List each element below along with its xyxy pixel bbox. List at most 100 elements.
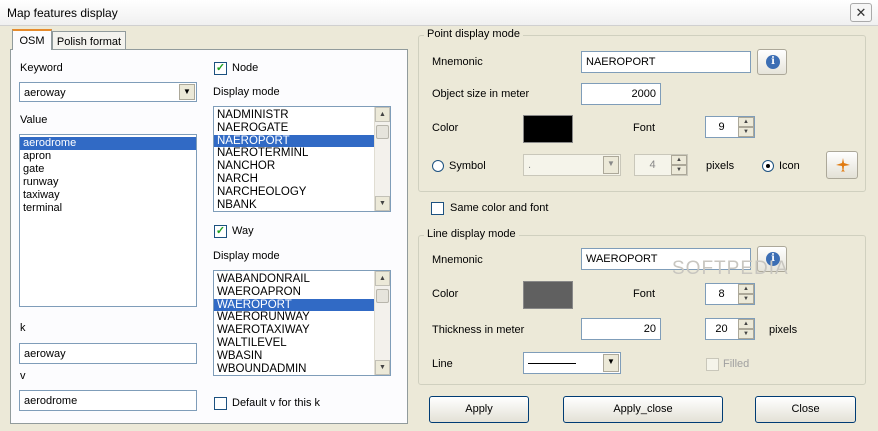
list-item[interactable]: WAEROTAXIWAY: [214, 324, 390, 337]
spin-down-icon[interactable]: ▼: [738, 294, 754, 304]
line-color-label: Color: [432, 288, 459, 300]
point-font-value: 9: [718, 121, 725, 133]
list-item[interactable]: NAEROPORT: [214, 134, 390, 148]
node-list-scrollbar[interactable]: ▲ ▼: [374, 107, 390, 211]
airplane-icon: [836, 158, 850, 172]
list-item[interactable]: WBASIN: [214, 350, 390, 363]
thickness-input[interactable]: 20: [581, 318, 661, 340]
k-input[interactable]: aeroway: [19, 343, 197, 364]
symbol-radio[interactable]: [432, 160, 444, 172]
icon-radio[interactable]: [762, 160, 774, 172]
chevron-down-icon[interactable]: ▼: [603, 354, 619, 372]
node-label: Node: [232, 62, 259, 74]
icon-picker-button[interactable]: [826, 151, 858, 179]
list-item[interactable]: NAEROTERMINL: [214, 147, 390, 160]
scroll-thumb[interactable]: [376, 125, 389, 139]
list-item[interactable]: WAERORUNWAY: [214, 311, 390, 324]
spin-down-icon[interactable]: ▼: [671, 165, 687, 175]
chevron-down-icon[interactable]: ▼: [603, 156, 619, 174]
way-display-mode-list[interactable]: WABANDONRAIL WAEROAPRON WAEROPORT WAEROR…: [213, 270, 391, 376]
way-label: Way: [232, 225, 254, 237]
apply-button[interactable]: Apply: [429, 396, 529, 423]
line-font-value: 8: [718, 288, 725, 300]
line-style-preview: [528, 363, 576, 364]
scroll-up-icon[interactable]: ▲: [375, 271, 390, 286]
line-style-label: Line: [432, 358, 453, 370]
line-font-spinner[interactable]: 8 ▲ ▼: [705, 283, 755, 305]
list-item[interactable]: WAEROPORT: [214, 298, 390, 312]
v-input[interactable]: aerodrome: [19, 390, 197, 411]
line-display-legend: Line display mode: [424, 228, 519, 240]
keyword-label: Keyword: [20, 62, 63, 74]
point-font-spinner[interactable]: 9 ▲ ▼: [705, 116, 755, 138]
symbol-label: Symbol: [449, 160, 486, 172]
tab-osm[interactable]: OSM: [12, 29, 52, 50]
same-color-checkbox[interactable]: [431, 202, 444, 215]
list-item[interactable]: apron: [20, 150, 196, 163]
line-style-combo[interactable]: ▼: [523, 352, 621, 374]
list-item[interactable]: WABANDONRAIL: [214, 273, 390, 286]
point-info-button[interactable]: i: [757, 49, 787, 75]
scroll-up-icon[interactable]: ▲: [375, 107, 390, 122]
node-display-mode-list[interactable]: NADMINISTR NAEROGATE NAEROPORT NAEROTERM…: [213, 106, 391, 212]
symbol-combo[interactable]: . ▼: [523, 154, 621, 176]
line-mnemonic-label: Mnemonic: [432, 254, 483, 266]
window-title: Map features display: [7, 6, 118, 20]
k-label: k: [20, 322, 26, 334]
keyword-combo[interactable]: aeroway ▼: [19, 82, 197, 102]
symbol-value: .: [528, 159, 532, 171]
point-display-legend: Point display mode: [424, 28, 523, 40]
object-size-input[interactable]: 2000: [581, 83, 661, 105]
tab-polish-format[interactable]: Polish format: [52, 31, 126, 50]
line-color-swatch[interactable]: [523, 281, 573, 309]
spin-up-icon[interactable]: ▲: [671, 155, 687, 165]
title-bar: Map features display ✕: [0, 0, 878, 26]
spin-down-icon[interactable]: ▼: [738, 127, 754, 137]
symbol-size-value: 4: [649, 159, 656, 171]
list-item[interactable]: NARCH: [214, 173, 390, 186]
spin-up-icon[interactable]: ▲: [738, 117, 754, 127]
point-mnemonic-input[interactable]: NAEROPORT: [581, 51, 751, 73]
default-v-checkbox[interactable]: [214, 397, 227, 410]
way-checkbox[interactable]: ✓: [214, 225, 227, 238]
filled-checkbox[interactable]: [706, 358, 719, 371]
list-item[interactable]: NADMINISTR: [214, 109, 390, 122]
list-item[interactable]: WALTILEVEL: [214, 337, 390, 350]
apply-close-button[interactable]: Apply_close: [563, 396, 723, 423]
scroll-down-icon[interactable]: ▼: [375, 360, 390, 375]
chevron-down-icon[interactable]: ▼: [179, 84, 195, 100]
v-label: v: [20, 370, 26, 382]
value-label: Value: [20, 114, 48, 126]
way-list-scrollbar[interactable]: ▲ ▼: [374, 271, 390, 375]
spin-up-icon[interactable]: ▲: [738, 319, 754, 329]
list-item[interactable]: WBOUNDADMIN: [214, 363, 390, 375]
spin-down-icon[interactable]: ▼: [738, 329, 754, 339]
point-color-swatch[interactable]: [523, 115, 573, 143]
list-item[interactable]: NBANK: [214, 199, 390, 211]
way-display-mode-label: Display mode: [213, 250, 280, 262]
icon-label: Icon: [779, 160, 800, 172]
close-button[interactable]: Close: [755, 396, 856, 423]
keyword-value: aeroway: [24, 87, 66, 99]
list-item[interactable]: NANCHOR: [214, 160, 390, 173]
thickness-pixels-spinner[interactable]: 20 ▲ ▼: [705, 318, 755, 340]
value-list[interactable]: aerodrome apron gate runway taxiway term…: [19, 134, 197, 307]
list-item[interactable]: WAEROAPRON: [214, 286, 390, 299]
node-display-mode-label: Display mode: [213, 86, 280, 98]
list-item[interactable]: runway: [20, 176, 196, 189]
filled-label: Filled: [723, 358, 750, 370]
symbol-size-spinner[interactable]: 4 ▲ ▼: [634, 154, 688, 176]
list-item[interactable]: gate: [20, 163, 196, 176]
spin-up-icon[interactable]: ▲: [738, 284, 754, 294]
list-item[interactable]: taxiway: [20, 189, 196, 202]
thickness-label: Thickness in meter: [432, 324, 525, 336]
scroll-down-icon[interactable]: ▼: [375, 196, 390, 211]
list-item[interactable]: NARCHEOLOGY: [214, 186, 390, 199]
list-item[interactable]: NAEROGATE: [214, 122, 390, 135]
object-size-label: Object size in meter: [432, 88, 530, 100]
node-checkbox[interactable]: ✓: [214, 62, 227, 75]
scroll-thumb[interactable]: [376, 289, 389, 303]
list-item[interactable]: aerodrome: [20, 137, 196, 150]
window-close-button[interactable]: ✕: [850, 3, 872, 22]
list-item[interactable]: terminal: [20, 202, 196, 215]
